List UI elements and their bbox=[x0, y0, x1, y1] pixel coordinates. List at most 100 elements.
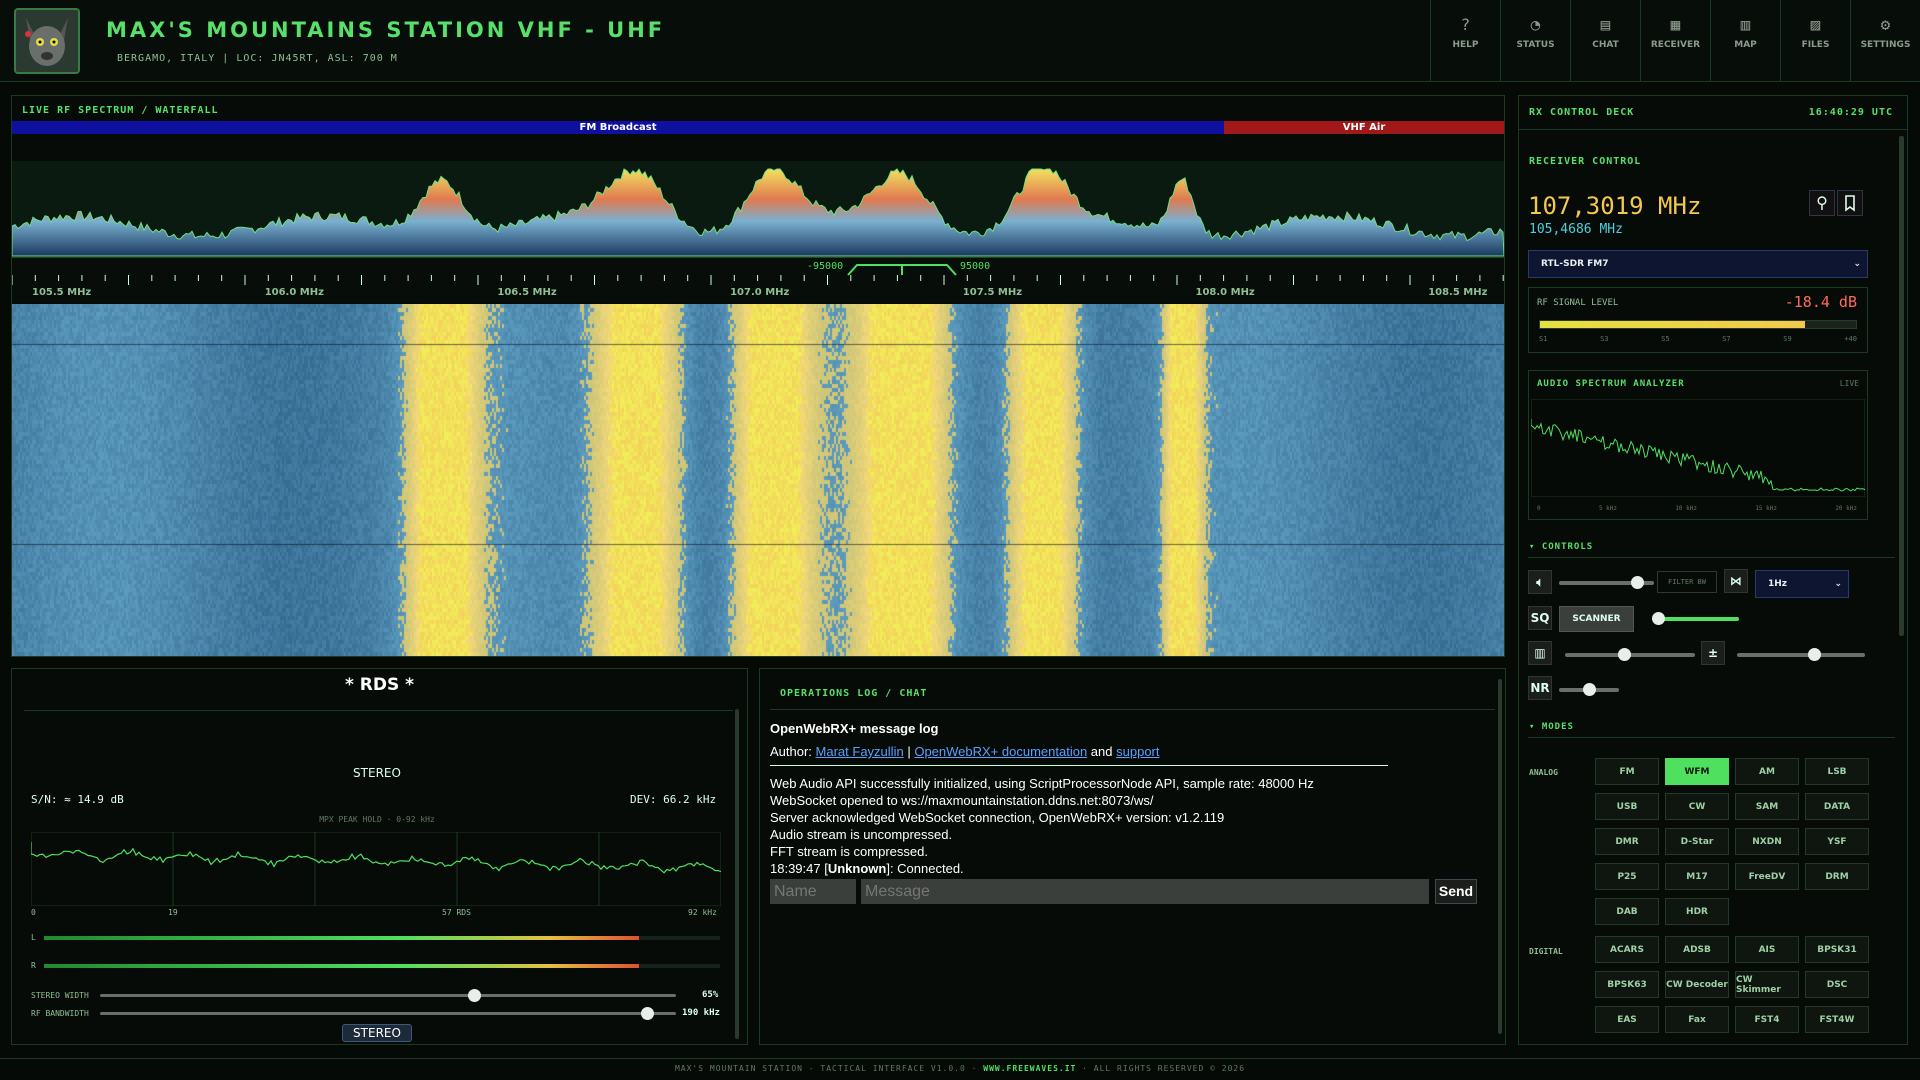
mode-d-star[interactable]: D-Star bbox=[1665, 828, 1729, 855]
rf-bandwidth-knob[interactable] bbox=[641, 1007, 655, 1020]
squelch-slider[interactable] bbox=[1652, 612, 1739, 625]
freq-tick-label: 105.5 MHz bbox=[32, 287, 92, 298]
mode-acars[interactable]: ACARS bbox=[1595, 936, 1659, 963]
offset-slider[interactable] bbox=[1737, 648, 1865, 661]
scanner-button[interactable]: SCANNER bbox=[1559, 606, 1634, 632]
mode-fax[interactable]: Fax bbox=[1665, 1006, 1729, 1033]
mode-dmr[interactable]: DMR bbox=[1595, 828, 1659, 855]
mode-hdr[interactable]: HDR bbox=[1665, 898, 1729, 925]
nav-settings[interactable]: ⚙ SETTINGS bbox=[1850, 0, 1920, 82]
message-input[interactable] bbox=[861, 879, 1429, 904]
footer-link[interactable]: WWW.FREEWAVES.IT bbox=[983, 1064, 1076, 1073]
mode-freedv[interactable]: FreeDV bbox=[1735, 863, 1799, 890]
mode-ais[interactable]: AIS bbox=[1735, 936, 1799, 963]
mode-cw-skimmer[interactable]: CW Skimmer bbox=[1735, 971, 1799, 998]
controls-title[interactable]: ▾ CONTROLS bbox=[1529, 542, 1593, 552]
send-button[interactable]: Send bbox=[1435, 879, 1477, 904]
mode-wfm[interactable]: WFM bbox=[1665, 758, 1729, 785]
tune-icon[interactable]: ⚲ bbox=[1809, 190, 1835, 216]
chevron-down-icon: ⌄ bbox=[1834, 579, 1842, 589]
gain-knob[interactable] bbox=[1617, 648, 1631, 661]
author-link[interactable]: Marat Fayzullin bbox=[816, 744, 904, 759]
gain-slider[interactable] bbox=[1565, 648, 1695, 661]
noise-reduction-slider[interactable] bbox=[1559, 683, 1619, 696]
s-scale-tick: +40 bbox=[1844, 335, 1857, 343]
mode-dab[interactable]: DAB bbox=[1595, 898, 1659, 925]
nav-receiver[interactable]: ▦ RECEIVER bbox=[1640, 0, 1710, 82]
squelch-label[interactable]: SQ bbox=[1528, 606, 1552, 630]
noise-reduction-knob[interactable] bbox=[1583, 683, 1596, 696]
page-title: MAX'S MOUNTAINS STATION VHF - UHF bbox=[106, 18, 666, 42]
band-vhf-air[interactable]: VHF Air bbox=[1224, 121, 1504, 134]
mode-cw[interactable]: CW bbox=[1665, 793, 1729, 820]
mode-ysf[interactable]: YSF bbox=[1805, 828, 1869, 855]
mode-eas[interactable]: EAS bbox=[1595, 1006, 1659, 1033]
nav-files[interactable]: ▨ FILES bbox=[1780, 0, 1850, 82]
nav-status[interactable]: ◔ STATUS bbox=[1500, 0, 1570, 82]
bookmark-icon[interactable] bbox=[1837, 190, 1863, 216]
mode-sam[interactable]: SAM bbox=[1735, 793, 1799, 820]
mode-cw-decoder[interactable]: CW Decoder bbox=[1665, 971, 1729, 998]
band-plan-bar[interactable]: FM Broadcast VHF Air bbox=[12, 121, 1504, 134]
profile-select[interactable]: RTL-SDR FM7 ⌄ bbox=[1528, 250, 1868, 278]
mode-m17[interactable]: M17 bbox=[1665, 863, 1729, 890]
gain-icon[interactable]: ▥ bbox=[1528, 641, 1552, 665]
stereo-width-slider[interactable] bbox=[100, 989, 676, 1002]
documentation-link[interactable]: OpenWebRX+ documentation bbox=[914, 744, 1087, 759]
modes-title[interactable]: ▾ MODES bbox=[1529, 722, 1574, 732]
rds-scrollbar[interactable] bbox=[735, 709, 739, 1039]
mode-fst4w[interactable]: FST4W bbox=[1805, 1006, 1869, 1033]
volume-slider[interactable] bbox=[1559, 576, 1654, 589]
step-select[interactable]: 1Hz ⌄ bbox=[1755, 570, 1849, 598]
s-meter-scale: S1 S3 S5 S7 S9 +40 bbox=[1539, 335, 1857, 343]
mode-usb[interactable]: USB bbox=[1595, 793, 1659, 820]
mode-fm[interactable]: FM bbox=[1595, 758, 1659, 785]
frequency-display[interactable]: 107,3019 MHz bbox=[1528, 192, 1701, 220]
mode-drm[interactable]: DRM bbox=[1805, 863, 1869, 890]
squelch-knob[interactable] bbox=[1652, 612, 1666, 625]
nav-help[interactable]: ? HELP bbox=[1430, 0, 1500, 82]
gear-icon: ⚙ bbox=[1880, 15, 1891, 34]
audio-tick: 10 kHz bbox=[1675, 505, 1697, 512]
freq-tick-label: 108.0 MHz bbox=[1195, 287, 1255, 298]
audio-tick: 5 kHz bbox=[1598, 505, 1617, 512]
mpx-tick: 19 bbox=[168, 908, 178, 917]
stereo-width-knob[interactable] bbox=[468, 989, 482, 1002]
volume-knob[interactable] bbox=[1630, 576, 1644, 589]
mode-bpsk63[interactable]: BPSK63 bbox=[1595, 971, 1659, 998]
mode-bpsk31[interactable]: BPSK31 bbox=[1805, 936, 1869, 963]
stereo-button[interactable]: STEREO bbox=[342, 1024, 412, 1042]
mode-adsb[interactable]: ADSB bbox=[1665, 936, 1729, 963]
offset-knob[interactable] bbox=[1807, 648, 1821, 661]
mode-dsc[interactable]: DSC bbox=[1805, 971, 1869, 998]
rx-scrollbar[interactable] bbox=[1899, 136, 1904, 636]
name-input[interactable] bbox=[770, 879, 856, 904]
channel-r-label: R bbox=[31, 961, 36, 970]
mode-am[interactable]: AM bbox=[1735, 758, 1799, 785]
mode-data[interactable]: DATA bbox=[1805, 793, 1869, 820]
filter-width-icon[interactable]: ⋈ bbox=[1724, 569, 1748, 593]
nav-label: CHAT bbox=[1592, 40, 1619, 50]
mode-lsb[interactable]: LSB bbox=[1805, 758, 1869, 785]
waterfall[interactable] bbox=[12, 304, 1504, 656]
band-fm-broadcast[interactable]: FM Broadcast bbox=[12, 121, 1224, 134]
freq-tick-label: 106.5 MHz bbox=[497, 287, 557, 298]
level-l-track bbox=[44, 936, 720, 940]
mode-nxdn[interactable]: NXDN bbox=[1735, 828, 1799, 855]
chevron-down-icon: ⌄ bbox=[1853, 259, 1861, 269]
agc-icon[interactable]: ± bbox=[1701, 641, 1725, 665]
mode-p25[interactable]: P25 bbox=[1595, 863, 1659, 890]
rf-bandwidth-slider[interactable] bbox=[100, 1007, 676, 1020]
support-link[interactable]: support bbox=[1116, 744, 1159, 759]
frequency-scale[interactable]: -95000 95000 105.5 MHz 106.0 MHz 106.5 MHz… bbox=[12, 256, 1504, 302]
receiver-icon: ▦ bbox=[1670, 15, 1681, 34]
nav-map[interactable]: ▥ MAP bbox=[1710, 0, 1780, 82]
log-line: WebSocket opened to ws://maxmountainstat… bbox=[770, 793, 1154, 808]
rf-spectrum[interactable] bbox=[12, 161, 1504, 256]
noise-reduction-label[interactable]: NR bbox=[1528, 676, 1552, 700]
mode-fst4[interactable]: FST4 bbox=[1735, 1006, 1799, 1033]
nav-chat[interactable]: ▤ CHAT bbox=[1570, 0, 1640, 82]
ops-scrollbar[interactable] bbox=[1498, 679, 1502, 1034]
volume-icon[interactable]: 🔈︎ bbox=[1528, 570, 1552, 594]
log-line: FFT stream is compressed. bbox=[770, 844, 928, 859]
